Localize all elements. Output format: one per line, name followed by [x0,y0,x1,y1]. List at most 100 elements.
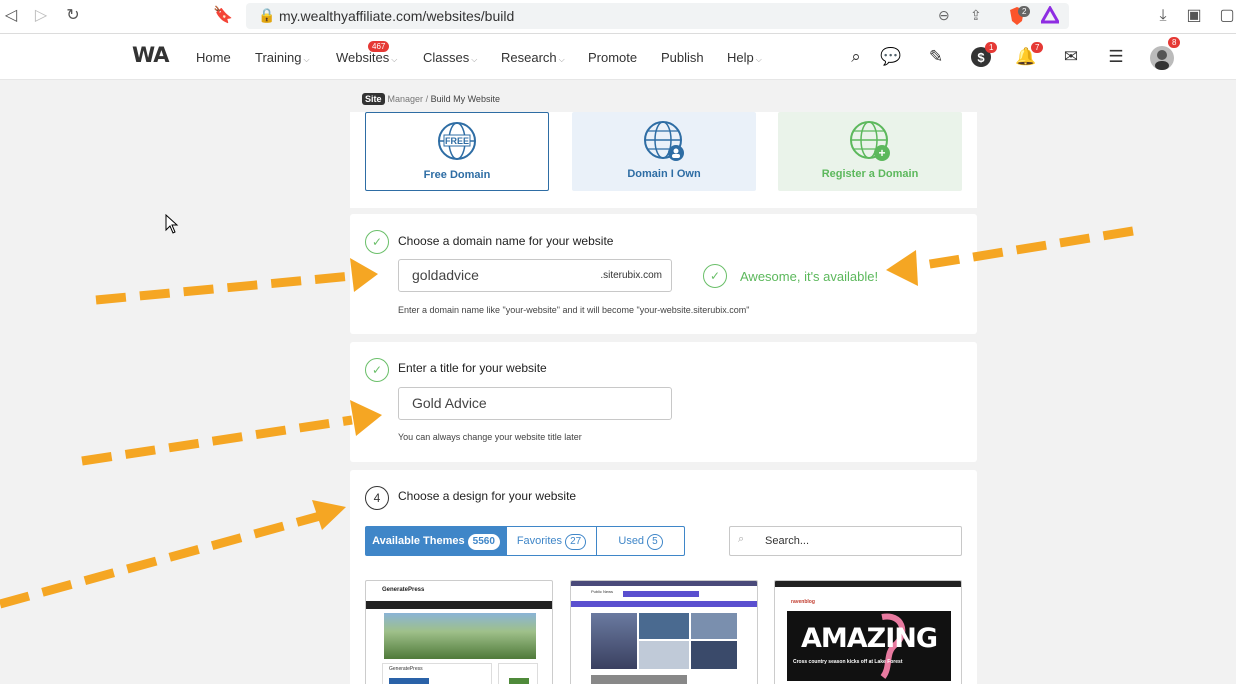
theme-navbar [571,601,757,607]
nav-label: Training [255,50,302,65]
nav-label: Promote [588,50,638,65]
theme-ad-banner [623,591,699,597]
dollar-badge: 1 [985,42,998,53]
check-icon: ✓ [365,358,389,382]
theme-tile-image [639,613,689,639]
tab-count: 5560 [467,534,500,550]
url-text: my.wealthyaffiliate.com/websites/build [279,8,515,24]
download-icon[interactable]: ⤓ [1152,6,1174,26]
option-label: Domain I Own [627,168,701,180]
theme-name: ravenblog [791,599,815,605]
avatar[interactable] [1150,46,1174,70]
brave-badge: 2 [1018,6,1031,17]
nav-help[interactable]: Help ⌵ [727,50,762,65]
zoom-icon[interactable]: ⊖ [938,7,950,24]
theme-card-public-news[interactable]: Public News [570,580,758,684]
nav-websites[interactable]: Websites ⌵ [336,50,397,65]
website-title-card: ✓ Enter a title for your website Gold Ad… [350,342,977,462]
theme-tile-image [639,641,689,669]
pencil-icon[interactable]: ✎ [925,46,947,68]
tab-count: 5 [647,534,663,550]
theme-navbar [366,601,552,609]
nav-label: Help [727,50,754,65]
free-domain-option[interactable]: FREE Free Domain [365,112,549,191]
lock-icon: 🔒 [258,7,276,23]
back-icon[interactable]: ◁ [0,6,22,26]
domain-suffix: .siterubix.com [600,270,662,281]
globe-user-icon [644,121,684,161]
address-bar[interactable]: 🔒 my.wealthyaffiliate.com/websites/build… [246,3,1069,29]
wa-logo[interactable]: WA [132,43,169,67]
search-icon[interactable]: ⌕ [845,46,867,68]
domain-name-card: ✓ Choose a domain name for your website … [350,214,977,334]
step-title: Choose a design for your website [398,489,577,503]
theme-post: GeneratePress [382,663,492,684]
theme-card-ravenblog[interactable]: ravenblog AMAZING Cross country season k… [774,580,962,684]
theme-hero-image: AMAZING Cross country season kicks off a… [787,611,951,681]
domain-name-input[interactable]: goldadvice .siterubix.com [398,259,672,292]
breadcrumb-manager[interactable]: Manager [388,94,424,104]
avatar-badge: 8 [1168,37,1181,48]
theme-card-generatepress[interactable]: GeneratePress GeneratePress [365,580,553,684]
theme-hero-image [384,613,536,659]
theme-sidebar-image [509,678,529,684]
nav-promote[interactable]: Promote [588,50,637,65]
chat-icon[interactable]: 💬 [880,46,902,68]
availability-text: Awesome, it's available! [740,269,879,284]
theme-name: GeneratePress [382,587,425,593]
theme-topbar [775,581,961,587]
tab-icon[interactable]: ▢ [1216,6,1236,26]
theme-post-image [389,678,429,684]
mouse-cursor-icon [165,214,179,234]
theme-post-title: GeneratePress [389,666,423,672]
register-domain-option[interactable]: + Register a Domain [778,112,962,191]
theme-caption: Cross country season kicks off at Lake F… [793,659,903,665]
forward-icon[interactable]: ▷ [30,6,52,26]
svg-text:FREE: FREE [445,136,469,146]
tab-favorites[interactable]: Favorites 27 [506,526,597,556]
theme-sidebar [498,663,538,684]
mail-icon[interactable]: ✉ [1060,46,1082,68]
theme-tile-image [691,641,737,669]
share-icon[interactable]: ⇪ [970,7,982,24]
bookmark-icon[interactable]: 🔖 [212,6,234,26]
theme-hero-image [591,613,637,669]
nav-classes[interactable]: Classes ⌵ [423,50,477,65]
tab-used[interactable]: Used 5 [596,526,685,556]
nav-label: Publish [661,50,704,65]
domain-i-own-option[interactable]: Domain I Own [572,112,756,191]
nav-publish[interactable]: Publish [661,50,704,65]
nav-label: Classes [423,50,470,65]
svg-text:$: $ [977,50,985,65]
theme-name: Public News [591,589,614,594]
sidebar-icon[interactable]: ▣ [1183,6,1205,26]
breadcrumb-site[interactable]: Site [362,93,385,105]
tab-label: Used [618,535,645,547]
nav-home[interactable]: Home [196,50,231,65]
theme-feature-image [591,675,687,684]
nav-training[interactable]: Training ⌵ [255,50,310,65]
search-placeholder: Search... [765,535,810,547]
tab-available-themes[interactable]: Available Themes 5560 [365,526,507,556]
archive-icon[interactable]: ☰ [1105,46,1127,68]
main-navbar: WA Home Training ⌵ Websites ⌵ 467 Classes ⌵… [0,34,1236,80]
step-title: Choose a domain name for your website [398,234,614,248]
theme-tile-image [691,613,737,639]
step-number: 4 [365,486,389,510]
domain-options: FREE Free Domain Domain I Own + Register… [350,112,977,208]
tab-label: Available Themes [372,535,465,547]
breadcrumb-current: Build My Website [430,94,500,104]
reload-icon[interactable]: ↻ [62,6,84,26]
website-title-input[interactable]: Gold Advice [398,387,672,420]
design-card: 4 Choose a design for your website Avail… [350,470,977,684]
globe-free-icon: FREE [438,122,476,160]
website-title-value: Gold Advice [412,395,487,411]
svg-text:+: + [878,146,885,160]
step-title: Enter a title for your website [398,361,547,375]
nav-research[interactable]: Research ⌵ [501,50,565,65]
brave-rewards-icon[interactable] [1039,4,1061,27]
theme-search-input[interactable]: ⌕ Search... [729,526,962,556]
arrow-domain-line [95,271,353,305]
chevron-down-icon: ⌵ [391,55,398,64]
nav-label: Research [501,50,557,65]
